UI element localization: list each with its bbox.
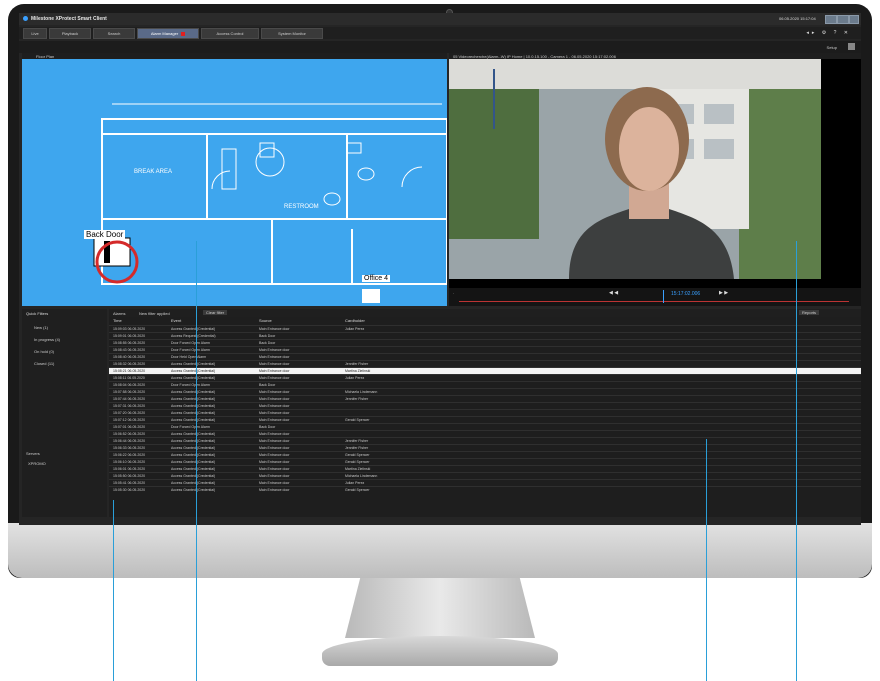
- table-row[interactable]: 15:07:58 06.05.2020 Access Granted (Crede…: [109, 388, 861, 395]
- server-item[interactable]: XPROMO: [28, 461, 46, 466]
- timeline-track[interactable]: [459, 301, 849, 302]
- column-header-event[interactable]: Event: [171, 318, 181, 323]
- playback-controls[interactable]: ◀ ◀: [609, 290, 618, 296]
- tab-live[interactable]: Live: [23, 28, 47, 39]
- back-door-label[interactable]: Back Door: [84, 230, 126, 239]
- monitor-stand-base: [322, 636, 558, 666]
- table-row[interactable]: 15:07:44 06.05.2020 Access Granted (Crede…: [109, 395, 861, 402]
- filter-status: New filter applied: [139, 311, 170, 316]
- tab-bar: Live Playback Search Alarm Manager Acces…: [19, 27, 861, 39]
- setup-button[interactable]: Setup: [827, 45, 837, 50]
- table-row[interactable]: 15:05:30 06.05.2020 Access Granted (Crede…: [109, 486, 861, 493]
- table-row[interactable]: 15:05:41 06.05.2020 Access Granted (Crede…: [109, 479, 861, 486]
- quick-filters-header: Quick Filters: [22, 309, 107, 317]
- callout-line-4: [796, 241, 797, 681]
- restroom-label: RESTROOM: [284, 204, 319, 210]
- table-row[interactable]: 15:06:01 06.05.2020 Access Granted (Crede…: [109, 465, 861, 472]
- column-header-time[interactable]: Time: [113, 318, 122, 323]
- quick-filters-title: Quick Filters: [26, 311, 49, 316]
- title-bar: Milestone XProtect Smart Client 06.05.20…: [19, 13, 861, 25]
- timeline-cursor[interactable]: [663, 290, 664, 303]
- break-area-label: BREAK AREA: [134, 169, 173, 175]
- tab-search[interactable]: Search: [93, 28, 135, 39]
- events-toolbar: Alarms New filter applied Clear filter R…: [109, 309, 861, 317]
- column-header-source[interactable]: Source: [259, 318, 272, 323]
- timeline-tick-start: ·: [453, 291, 455, 296]
- filter-closed[interactable]: Closed (11): [34, 361, 54, 366]
- app-title: Milestone XProtect Smart Client: [31, 16, 107, 22]
- table-row[interactable]: 15:06:10 06.05.2020 Access Granted (Crede…: [109, 458, 861, 465]
- screen: Milestone XProtect Smart Client 06.05.20…: [19, 13, 861, 525]
- panel-toggle-icon[interactable]: [848, 43, 855, 50]
- reports-button[interactable]: Reports: [799, 310, 820, 315]
- toolbar-icons[interactable]: ◂▸ ⚙ ? ✕: [806, 30, 851, 36]
- cell-source: Main Entrance door: [259, 488, 290, 492]
- table-row[interactable]: 15:08:55 06.05.2020 Door Forced Open Alar…: [109, 339, 861, 346]
- callout-line-3: [706, 439, 707, 681]
- cell-holder: Gerald Spencer: [345, 488, 370, 492]
- alarms-label: Alarms: [113, 311, 126, 316]
- sub-bar: Setup: [19, 41, 861, 53]
- monitor-chin: [8, 523, 872, 578]
- table-row[interactable]: 15:08:40 06.05.2020 Door Held Open Alarm M…: [109, 353, 861, 360]
- tab-alarm-manager-label: Alarm Manager: [150, 31, 179, 36]
- clock: 06.05.2020 15:17:04: [779, 16, 816, 21]
- tab-access-control[interactable]: Access Control: [201, 28, 259, 39]
- table-row[interactable]: 15:07:20 06.05.2020 Access Granted (Crede…: [109, 409, 861, 416]
- monitor-stand-neck: [345, 578, 535, 638]
- table-row[interactable]: 15:05:50 06.05.2020 Access Granted (Crede…: [109, 472, 861, 479]
- table-row[interactable]: 15:07:01 06.05.2020 Door Forced Open Alar…: [109, 423, 861, 430]
- tab-alarm-manager[interactable]: Alarm Manager: [137, 28, 199, 39]
- table-row[interactable]: 15:06:22 06.05.2020 Access Granted (Crede…: [109, 451, 861, 458]
- maximize-button[interactable]: [837, 15, 849, 24]
- playback-timeline[interactable]: · ◀ ◀ 15:17:02.006 ▶ ▶: [449, 288, 861, 306]
- table-row[interactable]: 15:08:04 06.05.2020 Door Forced Open Alar…: [109, 381, 861, 388]
- filter-new[interactable]: New (1): [34, 325, 48, 330]
- callout-line-2: [196, 241, 197, 681]
- office-label[interactable]: Office 4: [362, 275, 390, 282]
- floor-plan-map[interactable]: BREAK AREA RESTROOM Back Door Office 4: [22, 59, 447, 306]
- cell-time: 15:05:30 06.05.2020: [113, 488, 146, 492]
- table-row[interactable]: 15:06:52 06.05.2020 Access Granted (Crede…: [109, 430, 861, 437]
- table-row[interactable]: 15:08:21 06.05.2020 Access Granted (Crede…: [109, 367, 861, 374]
- table-row[interactable]: 15:07:12 06.05.2020 Access Granted (Crede…: [109, 416, 861, 423]
- tab-playback[interactable]: Playback: [49, 28, 91, 39]
- table-row[interactable]: 15:09:03 06.05.2020 Access Granted (Crede…: [109, 325, 861, 332]
- forward-controls[interactable]: ▶ ▶: [719, 290, 728, 296]
- servers-title: Servers: [26, 451, 40, 456]
- table-row[interactable]: 15:06:44 06.05.2020 Access Granted (Crede…: [109, 437, 861, 444]
- table-row[interactable]: 15:07:31 06.05.2020 Access Granted (Crede…: [109, 402, 861, 409]
- timecode: 15:17:02.006: [671, 291, 701, 297]
- callout-line-1: [113, 500, 114, 681]
- quick-filters-panel: New (1) In progress (4) On hold (0) Clos…: [22, 317, 107, 517]
- close-button[interactable]: [849, 15, 859, 24]
- table-row[interactable]: 15:09:01 06.05.2020 Access Request (Crede…: [109, 332, 861, 339]
- camera-image: [449, 59, 821, 279]
- video-feed[interactable]: [449, 59, 861, 288]
- table-row[interactable]: 15:08:11 06.05.2020 Access Granted (Crede…: [109, 374, 861, 381]
- alarm-indicator-icon: [181, 31, 186, 36]
- filter-in-progress[interactable]: In progress (4): [34, 337, 60, 342]
- table-row[interactable]: 15:08:32 06.05.2020 Access Granted (Crede…: [109, 360, 861, 367]
- events-table: Time Event Source Cardholder 15:09:03 06…: [109, 317, 861, 517]
- clear-filter-button[interactable]: Clear filter: [203, 310, 228, 315]
- minimize-button[interactable]: [825, 15, 837, 24]
- filter-on-hold[interactable]: On hold (0): [34, 349, 54, 354]
- table-row[interactable]: 15:08:43 06.05.2020 Door Forced Open Alar…: [109, 346, 861, 353]
- column-header-cardholder[interactable]: Cardholder: [345, 318, 365, 323]
- app-logo-icon: [23, 16, 28, 21]
- floor-plan-drawing: [93, 103, 447, 303]
- cell-event: Access Granted (Credential): [171, 488, 216, 492]
- table-row[interactable]: 15:06:33 06.05.2020 Access Granted (Crede…: [109, 444, 861, 451]
- tab-system-monitor[interactable]: System Monitor: [261, 28, 323, 39]
